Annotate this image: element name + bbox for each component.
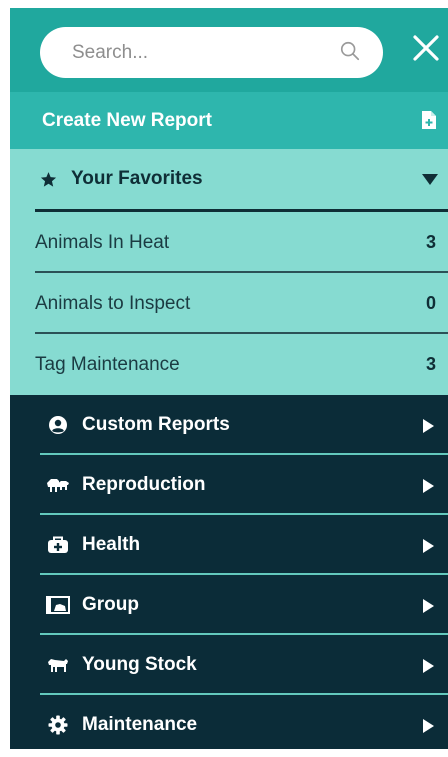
favorite-item-count: 3: [425, 354, 436, 374]
favorites-section: Your Favorites Animals In Heat 3 Animals…: [10, 149, 448, 395]
chevron-down-icon: [422, 174, 438, 185]
favorites-title: Your Favorites: [71, 168, 203, 189]
chevron-right-icon: [423, 659, 434, 673]
favorite-item-label: Animals In Heat: [35, 231, 170, 253]
chevron-right-icon: [423, 479, 434, 493]
gear-icon: [46, 715, 70, 735]
favorite-item-tag-maintenance[interactable]: Tag Maintenance 3: [10, 334, 448, 395]
report-menu: Custom Reports Reproduction Health Group…: [10, 395, 448, 749]
menu-item-health[interactable]: Health: [10, 515, 448, 575]
menu-item-label: Maintenance: [82, 714, 198, 735]
navigation-panel: Create New Report Your Favorites Animals…: [10, 8, 448, 749]
user-circle-icon: [46, 415, 70, 435]
cow-pair-icon: [46, 475, 70, 495]
menu-item-label: Custom Reports: [82, 414, 230, 435]
create-new-report-button[interactable]: Create New Report: [10, 92, 448, 149]
search-input[interactable]: [70, 40, 324, 65]
create-new-report-label: Create New Report: [42, 109, 212, 131]
menu-item-group[interactable]: Group: [10, 575, 448, 635]
menu-item-young-stock[interactable]: Young Stock: [10, 635, 448, 695]
menu-item-reproduction[interactable]: Reproduction: [10, 455, 448, 515]
favorite-item-count: 3: [425, 232, 436, 252]
menu-item-label: Health: [82, 534, 141, 555]
menu-item-maintenance[interactable]: Maintenance: [10, 695, 448, 749]
favorite-item-label: Animals to Inspect: [35, 292, 191, 314]
menu-item-label: Reproduction: [82, 474, 206, 495]
file-plus-icon[interactable]: [422, 111, 436, 129]
favorite-item-animals-in-heat[interactable]: Animals In Heat 3: [10, 212, 448, 273]
search-box[interactable]: [40, 27, 383, 78]
calf-icon: [46, 655, 70, 675]
star-icon: [40, 171, 57, 187]
chevron-right-icon: [423, 419, 434, 433]
menu-item-label: Group: [82, 594, 139, 615]
group-folder-icon: [46, 595, 70, 615]
search-icon[interactable]: [339, 40, 361, 62]
medical-kit-icon: [46, 535, 70, 555]
search-header: [10, 8, 448, 92]
chevron-right-icon: [423, 599, 434, 613]
favorite-item-count: 0: [425, 293, 436, 313]
favorite-item-animals-to-inspect[interactable]: Animals to Inspect 0: [10, 273, 448, 334]
chevron-right-icon: [423, 719, 434, 733]
favorite-item-label: Tag Maintenance: [35, 353, 180, 375]
favorites-toggle[interactable]: Your Favorites: [10, 149, 448, 209]
menu-item-label: Young Stock: [82, 654, 197, 675]
chevron-right-icon: [423, 539, 434, 553]
menu-item-custom-reports[interactable]: Custom Reports: [10, 395, 448, 455]
close-icon[interactable]: [412, 34, 440, 62]
